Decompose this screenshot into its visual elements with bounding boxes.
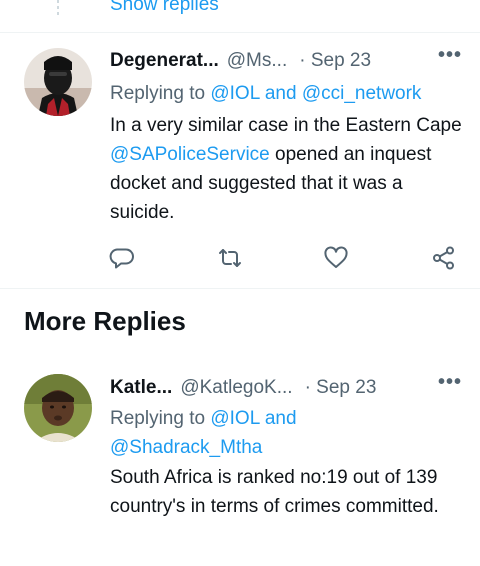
like-icon[interactable] <box>322 244 350 272</box>
retweet-icon[interactable] <box>216 244 244 272</box>
mention-link[interactable]: @SAPoliceService <box>110 144 270 165</box>
mention-link[interactable]: @Shadrack_Mtha <box>110 437 262 458</box>
more-options-icon[interactable]: ••• <box>438 44 462 67</box>
author-handle[interactable]: @Ms... <box>227 50 287 72</box>
tweet-text: In a very similar case in the Eastern Ca… <box>110 111 465 227</box>
tweet-date[interactable]: · Sep 23 <box>299 50 371 72</box>
author-handle[interactable]: @KatlegoK... <box>180 377 292 399</box>
reply-tweet[interactable]: Katle... @KatlegoK... · Sep 23 ••• Reply… <box>0 366 480 566</box>
author-name[interactable]: Degenerat... <box>110 50 219 72</box>
previous-thread-strip: Show replies <box>0 0 480 32</box>
replying-to: Replying to @IOL and @cci_network <box>110 79 460 108</box>
avatar[interactable] <box>24 48 92 116</box>
replying-to: Replying to @IOL and @Shadrack_Mtha <box>110 404 460 462</box>
share-icon[interactable] <box>430 244 458 272</box>
tweet-header: Degenerat... @Ms... · Sep 23 ••• <box>110 44 462 74</box>
mention-link[interactable]: @IOL <box>210 408 259 429</box>
replying-to-prefix: Replying to <box>110 83 211 104</box>
section-title: More Replies <box>24 306 186 336</box>
divider <box>0 288 480 289</box>
tweet-text-part: In a very similar case in the Eastern Ca… <box>110 115 462 136</box>
reply-tweet[interactable]: Degenerat... @Ms... · Sep 23 ••• Replyin… <box>0 32 480 288</box>
tweet-actions <box>108 244 460 272</box>
mention-link[interactable]: @IOL <box>210 83 259 104</box>
more-options-icon[interactable]: ••• <box>438 371 462 394</box>
replying-to-and: and <box>259 408 297 429</box>
replying-to-prefix: Replying to <box>110 408 211 429</box>
avatar[interactable] <box>24 374 92 442</box>
author-name[interactable]: Katle... <box>110 377 172 399</box>
tweet-date[interactable]: · Sep 23 <box>305 377 377 399</box>
tweet-text: South Africa is ranked no:19 out of 139 … <box>110 467 439 517</box>
thread-connector-line <box>57 0 59 18</box>
tweet-header: Katle... @KatlegoK... · Sep 23 ••• <box>110 371 462 401</box>
replying-to-and: and <box>259 83 302 104</box>
mention-link[interactable]: @cci_network <box>302 83 422 104</box>
reply-icon[interactable] <box>108 244 136 272</box>
show-replies-link[interactable]: Show replies <box>110 0 219 16</box>
